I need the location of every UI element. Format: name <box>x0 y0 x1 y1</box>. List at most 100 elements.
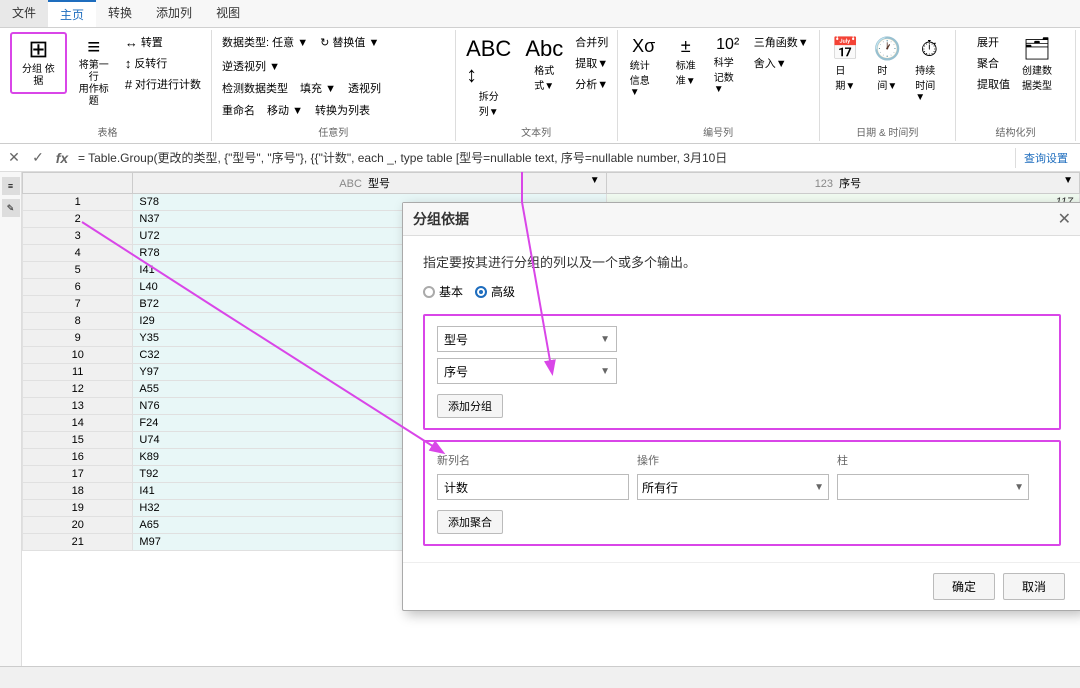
sci-btn[interactable]: 10² 科学记数▼ <box>708 32 748 99</box>
standard-btn[interactable]: ± 标准准▼ <box>666 32 706 91</box>
group-by-dialog: 分组依据 ✕ 指定要按其进行分组的列以及一个或多个输出。 基本 高级 <box>402 202 1080 611</box>
agg-column-select[interactable]: ▼ <box>837 474 1029 500</box>
expand-btn[interactable]: 展开 <box>973 32 1014 52</box>
dialog-title: 分组依据 <box>413 209 469 229</box>
time-label: 时间▼ <box>877 62 897 92</box>
numcol-small: 三角函数▼ 舍入▼ <box>750 32 813 73</box>
mode-advanced[interactable]: 高级 <box>475 283 515 300</box>
replace-val-btn[interactable]: ↻ 替换值 ▼ <box>316 32 383 52</box>
group-field-2-value: 序号 <box>444 363 468 380</box>
count-rows-btn[interactable]: #对行进行计数 <box>121 74 205 94</box>
group-field-1-value: 型号 <box>444 331 468 348</box>
group-field-2-row: 序号 ▼ <box>437 358 1047 384</box>
time-icon: 🕐 <box>874 36 901 62</box>
sci-icon: 10² <box>716 36 739 54</box>
extract-btn[interactable]: 提取▼ <box>571 53 612 73</box>
tab-view[interactable]: 视图 <box>204 0 252 27</box>
side-icon-1[interactable]: ≡ <box>2 177 20 195</box>
dialog-footer: 确定 取消 <box>403 562 1080 610</box>
group-field-2-select[interactable]: 序号 ▼ <box>437 358 617 384</box>
numcol-group-label: 编号列 <box>703 122 733 139</box>
parse-btn[interactable]: 分析▼ <box>571 74 612 94</box>
tab-add-col[interactable]: 添加列 <box>144 0 204 27</box>
numcol-items: Xσ 统计信息▼ ± 标准准▼ 10² 科学记数▼ 三角函数▼ 舍入▼ <box>624 32 813 122</box>
reverse-btn[interactable]: ↕反转行 <box>121 53 205 73</box>
convert-list-btn[interactable]: 转换为列表 <box>311 100 374 120</box>
trig-btn[interactable]: 三角函数▼ <box>750 32 813 52</box>
radio-basic[interactable] <box>423 286 435 298</box>
query-settings-btn[interactable]: 查询设置 <box>1015 148 1076 168</box>
group-field-1-row: 型号 ▼ <box>437 326 1047 352</box>
group-field-1-select[interactable]: 型号 ▼ <box>437 326 617 352</box>
dialog-body: 指定要按其进行分组的列以及一个或多个输出。 基本 高级 <box>403 236 1080 562</box>
formula-fx-btn[interactable]: fx <box>52 148 72 168</box>
formula-confirm-btn[interactable]: ✓ <box>28 148 48 168</box>
tab-file[interactable]: 文件 <box>0 0 48 27</box>
agg-col2-header: 操作 <box>637 452 837 468</box>
format-label: 格式式▼ <box>534 62 554 92</box>
group-by-button[interactable]: ⊞ 分组 依据 <box>10 32 67 94</box>
split-col-btn[interactable]: ABC↕ 拆分列▼ <box>460 32 517 122</box>
cancel-btn[interactable]: 取消 <box>1003 573 1065 600</box>
time-btn[interactable]: 🕐 时间▼ <box>867 32 907 96</box>
group-by-label: 分组 依据 <box>18 64 59 88</box>
dialog-close-btn[interactable]: ✕ <box>1058 209 1071 229</box>
agg-header: 新列名 操作 柱 <box>437 452 1047 468</box>
structured-small: 展开 聚合 提取值 <box>973 32 1014 94</box>
format-icon: Abc <box>525 36 563 62</box>
tab-transform[interactable]: 转换 <box>96 0 144 27</box>
stats-icon: Xσ <box>632 36 655 57</box>
side-panel: ≡ ✎ <box>0 172 22 666</box>
confirm-btn[interactable]: 确定 <box>933 573 995 600</box>
table-small-items: ↔转置 ↕反转行 #对行进行计数 <box>121 32 205 94</box>
dialog-overlay: 分组依据 ✕ 指定要按其进行分组的列以及一个或多个输出。 基本 高级 <box>22 172 1080 666</box>
merge-col-btn[interactable]: 合并列 <box>571 32 612 52</box>
sci-label: 科学记数▼ <box>714 54 742 95</box>
aggregate-ribbon-btn[interactable]: 聚合 <box>973 53 1014 73</box>
transparent-btn[interactable]: 透视列 <box>344 78 385 98</box>
transpose-btn[interactable]: ↔转置 <box>121 32 205 52</box>
status-bar <box>0 666 1080 688</box>
formula-cancel-btn[interactable]: ✕ <box>4 148 24 168</box>
add-group-btn[interactable]: 添加分组 <box>437 394 503 418</box>
agg-col1-header: 新列名 <box>437 452 637 468</box>
reverse-view-btn[interactable]: 逆透视列 ▼ <box>218 56 284 76</box>
formula-text: = Table.Group(更改的类型, {"型号", "序号"}, {{"计数… <box>78 149 1015 166</box>
first-row-button[interactable]: ≡ 将第一行用作标题 <box>69 32 119 112</box>
mode-basic-label: 基本 <box>439 283 463 300</box>
date-btn[interactable]: 📅 日期▼ <box>825 32 865 96</box>
ribbon-group-anycol: 数据类型: 任意 ▼ ↻ 替换值 ▼ 逆透视列 ▼ 检测数据类型 填充 ▼ 透视… <box>212 30 456 141</box>
agg-operation-select[interactable]: 所有行 ▼ <box>637 474 829 500</box>
agg-name-input[interactable] <box>437 474 629 500</box>
extract-val-btn[interactable]: 提取值 <box>973 74 1014 94</box>
stats-label: 统计信息▼ <box>630 57 658 98</box>
ribbon-group-numcol: Xσ 统计信息▼ ± 标准准▼ 10² 科学记数▼ 三角函数▼ 舍入▼ 编号列 <box>618 30 820 141</box>
first-row-icon: ≡ <box>87 36 100 58</box>
format-btn[interactable]: Abc 格式式▼ <box>519 32 569 96</box>
stats-btn[interactable]: Xσ 统计信息▼ <box>624 32 664 102</box>
date-label: 日期▼ <box>835 62 855 92</box>
round-btn[interactable]: 舍入▼ <box>750 53 813 73</box>
split-col-icon: ABC↕ <box>466 36 511 88</box>
duration-icon: ⏱ <box>921 36 938 62</box>
detect-type-btn[interactable]: 检测数据类型 <box>218 78 292 98</box>
fill-btn[interactable]: 填充 ▼ <box>296 78 340 98</box>
move-btn[interactable]: 移动 ▼ <box>263 100 307 120</box>
side-icon-2[interactable]: ✎ <box>2 199 20 217</box>
standard-label: 标准准▼ <box>676 57 696 87</box>
create-type-icon: 🗂 <box>1023 36 1051 62</box>
tab-home[interactable]: 主页 <box>48 0 96 27</box>
anycol-items: 数据类型: 任意 ▼ ↻ 替换值 ▼ 逆透视列 ▼ 检测数据类型 填充 ▼ 透视… <box>218 32 449 122</box>
create-type-btn[interactable]: 🗂 创建数据类型 <box>1016 32 1058 96</box>
transpose-icon: ↔ <box>125 35 138 50</box>
data-type-btn[interactable]: 数据类型: 任意 ▼ <box>218 32 312 52</box>
duration-label: 持续时间▼ <box>915 62 943 103</box>
agg-row-1: 所有行 ▼ ▼ <box>437 474 1047 500</box>
radio-advanced[interactable] <box>475 286 487 298</box>
table-area: ABC 型号 ▼ 123 序号 ▼ 1 S78 117 <box>22 172 1080 666</box>
textcol-items: ABC↕ 拆分列▼ Abc 格式式▼ 合并列 提取▼ 分析▼ <box>460 32 612 122</box>
rename-btn[interactable]: 重命名 <box>218 100 259 120</box>
add-aggregate-btn[interactable]: 添加聚合 <box>437 510 503 534</box>
mode-basic[interactable]: 基本 <box>423 283 463 300</box>
duration-btn[interactable]: ⏱ 持续时间▼ <box>909 32 949 107</box>
